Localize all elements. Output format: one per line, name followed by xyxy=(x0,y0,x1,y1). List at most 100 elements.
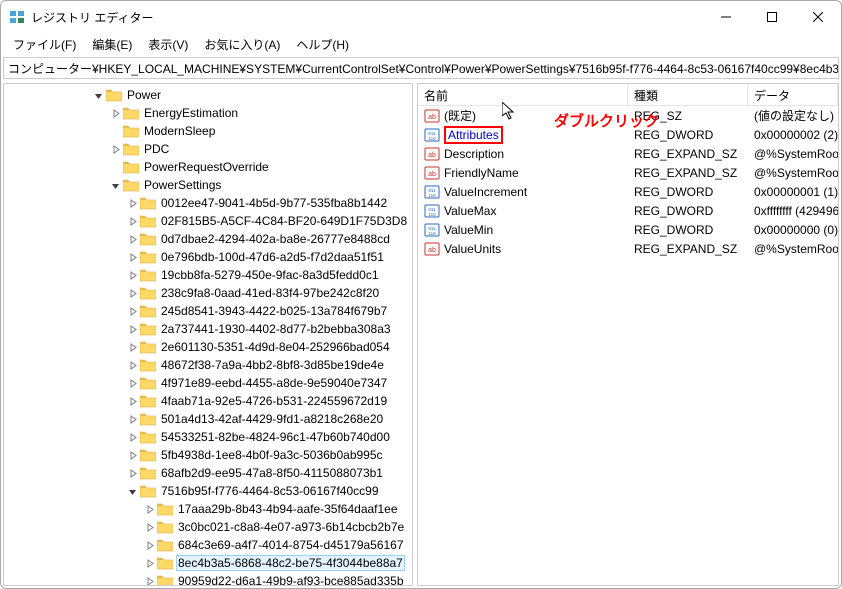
menu-help[interactable]: ヘルプ(H) xyxy=(288,34,357,55)
tree-item-label: 0e796bdb-100d-47d6-a2d5-f7d2daa51f51 xyxy=(159,250,386,264)
chevron-down-icon[interactable] xyxy=(110,180,121,191)
close-button[interactable] xyxy=(795,1,841,33)
tree-item[interactable]: 684c3e69-a4f7-4014-8754-d45179a56167 xyxy=(4,536,412,554)
folder-icon xyxy=(123,160,139,174)
col-name[interactable]: 名前 xyxy=(418,84,628,105)
list-row[interactable]: 011110ValueIncrementREG_DWORD0x00000001 … xyxy=(418,182,838,201)
tree-item[interactable]: 68afb2d9-ee95-47a8-8f50-4115088073b1 xyxy=(4,464,412,482)
list-row[interactable]: abDescriptionREG_EXPAND_SZ@%SystemRoot xyxy=(418,144,838,163)
chevron-right-icon[interactable] xyxy=(110,108,121,119)
menu-file[interactable]: ファイル(F) xyxy=(5,34,84,55)
value-type: REG_DWORD xyxy=(628,128,748,142)
chevron-right-icon[interactable] xyxy=(144,522,155,533)
tree-item[interactable]: 238c9fa8-0aad-41ed-83f4-97be242c8f20 xyxy=(4,284,412,302)
tree-item-label: Power xyxy=(125,88,163,102)
tree-item[interactable]: 0e796bdb-100d-47d6-a2d5-f7d2daa51f51 xyxy=(4,248,412,266)
svg-text:ab: ab xyxy=(428,114,436,121)
list-row[interactable]: 011110ValueMaxREG_DWORD0xffffffff (42949… xyxy=(418,201,838,220)
tree-item[interactable]: PDC xyxy=(4,140,412,158)
folder-icon xyxy=(157,520,173,534)
chevron-right-icon[interactable] xyxy=(127,234,138,245)
menu-favorites[interactable]: お気に入り(A) xyxy=(196,34,288,55)
tree-item-label: 48672f38-7a9a-4bb2-8bf8-3d85be19de4e xyxy=(159,358,386,372)
tree-item[interactable]: 0d7dbae2-4294-402a-ba8e-26777e8488cd xyxy=(4,230,412,248)
list-header: 名前 種類 データ xyxy=(418,84,838,106)
tree-item[interactable]: 02F815B5-A5CF-4C84-BF20-649D1F75D3D8 xyxy=(4,212,412,230)
chevron-right-icon[interactable] xyxy=(127,288,138,299)
chevron-right-icon[interactable] xyxy=(127,324,138,335)
chevron-down-icon[interactable] xyxy=(127,486,138,497)
tree-item[interactable]: 48672f38-7a9a-4bb2-8bf8-3d85be19de4e xyxy=(4,356,412,374)
folder-icon xyxy=(123,124,139,138)
chevron-right-icon[interactable] xyxy=(110,144,121,155)
binary-value-icon: 011110 xyxy=(424,127,440,143)
chevron-right-icon[interactable] xyxy=(127,306,138,317)
tree-item[interactable]: PowerRequestOverride xyxy=(4,158,412,176)
chevron-right-icon[interactable] xyxy=(127,360,138,371)
chevron-right-icon[interactable] xyxy=(144,558,155,569)
tree-item[interactable]: 245d8541-3943-4422-b025-13a784f679b7 xyxy=(4,302,412,320)
tree-item[interactable]: 17aaa29b-8b43-4b94-aafe-35f64daaf1ee xyxy=(4,500,412,518)
list-pane[interactable]: 名前 種類 データ ab(既定)REG_SZ(値の設定なし)011110Attr… xyxy=(417,83,839,586)
chevron-right-icon[interactable] xyxy=(127,414,138,425)
menu-view[interactable]: 表示(V) xyxy=(140,34,196,55)
chevron-right-icon[interactable] xyxy=(127,396,138,407)
folder-icon xyxy=(140,304,156,318)
tree-item[interactable]: 501a4d13-42af-4429-9fd1-a8218c268e20 xyxy=(4,410,412,428)
tree-item-label: 2e601130-5351-4d9d-8e04-252966bad054 xyxy=(159,340,392,354)
chevron-right-icon[interactable] xyxy=(127,450,138,461)
svg-text:110: 110 xyxy=(428,231,436,236)
chevron-right-icon[interactable] xyxy=(127,378,138,389)
tree-item[interactable]: 19cbb8fa-5279-450e-9fac-8a3d5fedd0c1 xyxy=(4,266,412,284)
value-name: ValueMin xyxy=(444,223,493,237)
chevron-right-icon[interactable] xyxy=(144,576,155,587)
tree-item[interactable]: 4f971e89-eebd-4455-a8de-9e59040e7347 xyxy=(4,374,412,392)
folder-icon xyxy=(140,268,156,282)
tree-item[interactable]: 4faab71a-92e5-4726-b531-224559672d19 xyxy=(4,392,412,410)
chevron-right-icon[interactable] xyxy=(144,504,155,515)
menu-edit[interactable]: 編集(E) xyxy=(84,34,140,55)
tree-item-label: 5fb4938d-1ee8-4b0f-9a3c-5036b0ab995c xyxy=(159,448,385,462)
tree-item[interactable]: EnergyEstimation xyxy=(4,104,412,122)
list-row[interactable]: abValueUnitsREG_EXPAND_SZ@%SystemRoot xyxy=(418,239,838,258)
tree-item[interactable]: 8ec4b3a5-6868-48c2-be75-4f3044be88a7 xyxy=(4,554,412,572)
tree-item[interactable]: 0012ee47-9041-4b5d-9b77-535fba8b1442 xyxy=(4,194,412,212)
tree-item-label: 684c3e69-a4f7-4014-8754-d45179a56167 xyxy=(176,538,406,552)
chevron-down-icon[interactable] xyxy=(93,90,104,101)
address-bar[interactable]: コンピューター¥HKEY_LOCAL_MACHINE¥SYSTEM¥Curren… xyxy=(3,57,839,79)
folder-icon xyxy=(140,196,156,210)
tree-item[interactable]: 5fb4938d-1ee8-4b0f-9a3c-5036b0ab995c xyxy=(4,446,412,464)
list-row[interactable]: 011110ValueMinREG_DWORD0x00000000 (0) xyxy=(418,220,838,239)
tree-item-label: 3c0bc021-c8a8-4e07-a973-6b14cbcb2b7e xyxy=(176,520,406,534)
tree-item[interactable]: 90959d22-d6a1-49b9-af93-bce885ad335b xyxy=(4,572,412,586)
list-row[interactable]: ab(既定)REG_SZ(値の設定なし) xyxy=(418,106,838,125)
value-name: Attributes xyxy=(444,126,503,144)
chevron-right-icon[interactable] xyxy=(127,432,138,443)
tree-item[interactable]: 7516b95f-f776-4464-8c53-06167f40cc99 xyxy=(4,482,412,500)
binary-value-icon: 011110 xyxy=(424,184,440,200)
tree-item[interactable]: 2e601130-5351-4d9d-8e04-252966bad054 xyxy=(4,338,412,356)
col-data[interactable]: データ xyxy=(748,84,838,105)
chevron-right-icon[interactable] xyxy=(127,342,138,353)
value-name: FriendlyName xyxy=(444,166,519,180)
svg-text:ab: ab xyxy=(428,152,436,159)
chevron-right-icon[interactable] xyxy=(144,540,155,551)
maximize-button[interactable] xyxy=(749,1,795,33)
chevron-right-icon[interactable] xyxy=(127,270,138,281)
tree-item[interactable]: Power xyxy=(4,86,412,104)
minimize-button[interactable] xyxy=(703,1,749,33)
tree-item[interactable]: 3c0bc021-c8a8-4e07-a973-6b14cbcb2b7e xyxy=(4,518,412,536)
tree-item[interactable]: 2a737441-1930-4402-8d77-b2bebba308a3 xyxy=(4,320,412,338)
list-row[interactable]: abFriendlyNameREG_EXPAND_SZ@%SystemRoot xyxy=(418,163,838,182)
chevron-right-icon[interactable] xyxy=(127,216,138,227)
chevron-right-icon[interactable] xyxy=(127,468,138,479)
tree-item[interactable]: ModernSleep xyxy=(4,122,412,140)
tree-item[interactable]: PowerSettings xyxy=(4,176,412,194)
tree-item-label: PowerRequestOverride xyxy=(142,160,271,174)
col-type[interactable]: 種類 xyxy=(628,84,748,105)
chevron-right-icon[interactable] xyxy=(127,252,138,263)
tree-pane[interactable]: Power EnergyEstimationModernSleepPDC Power… xyxy=(3,83,413,586)
chevron-right-icon[interactable] xyxy=(127,198,138,209)
list-row[interactable]: 011110AttributesREG_DWORD0x00000002 (2) xyxy=(418,125,838,144)
tree-item[interactable]: 54533251-82be-4824-96c1-47b60b740d00 xyxy=(4,428,412,446)
